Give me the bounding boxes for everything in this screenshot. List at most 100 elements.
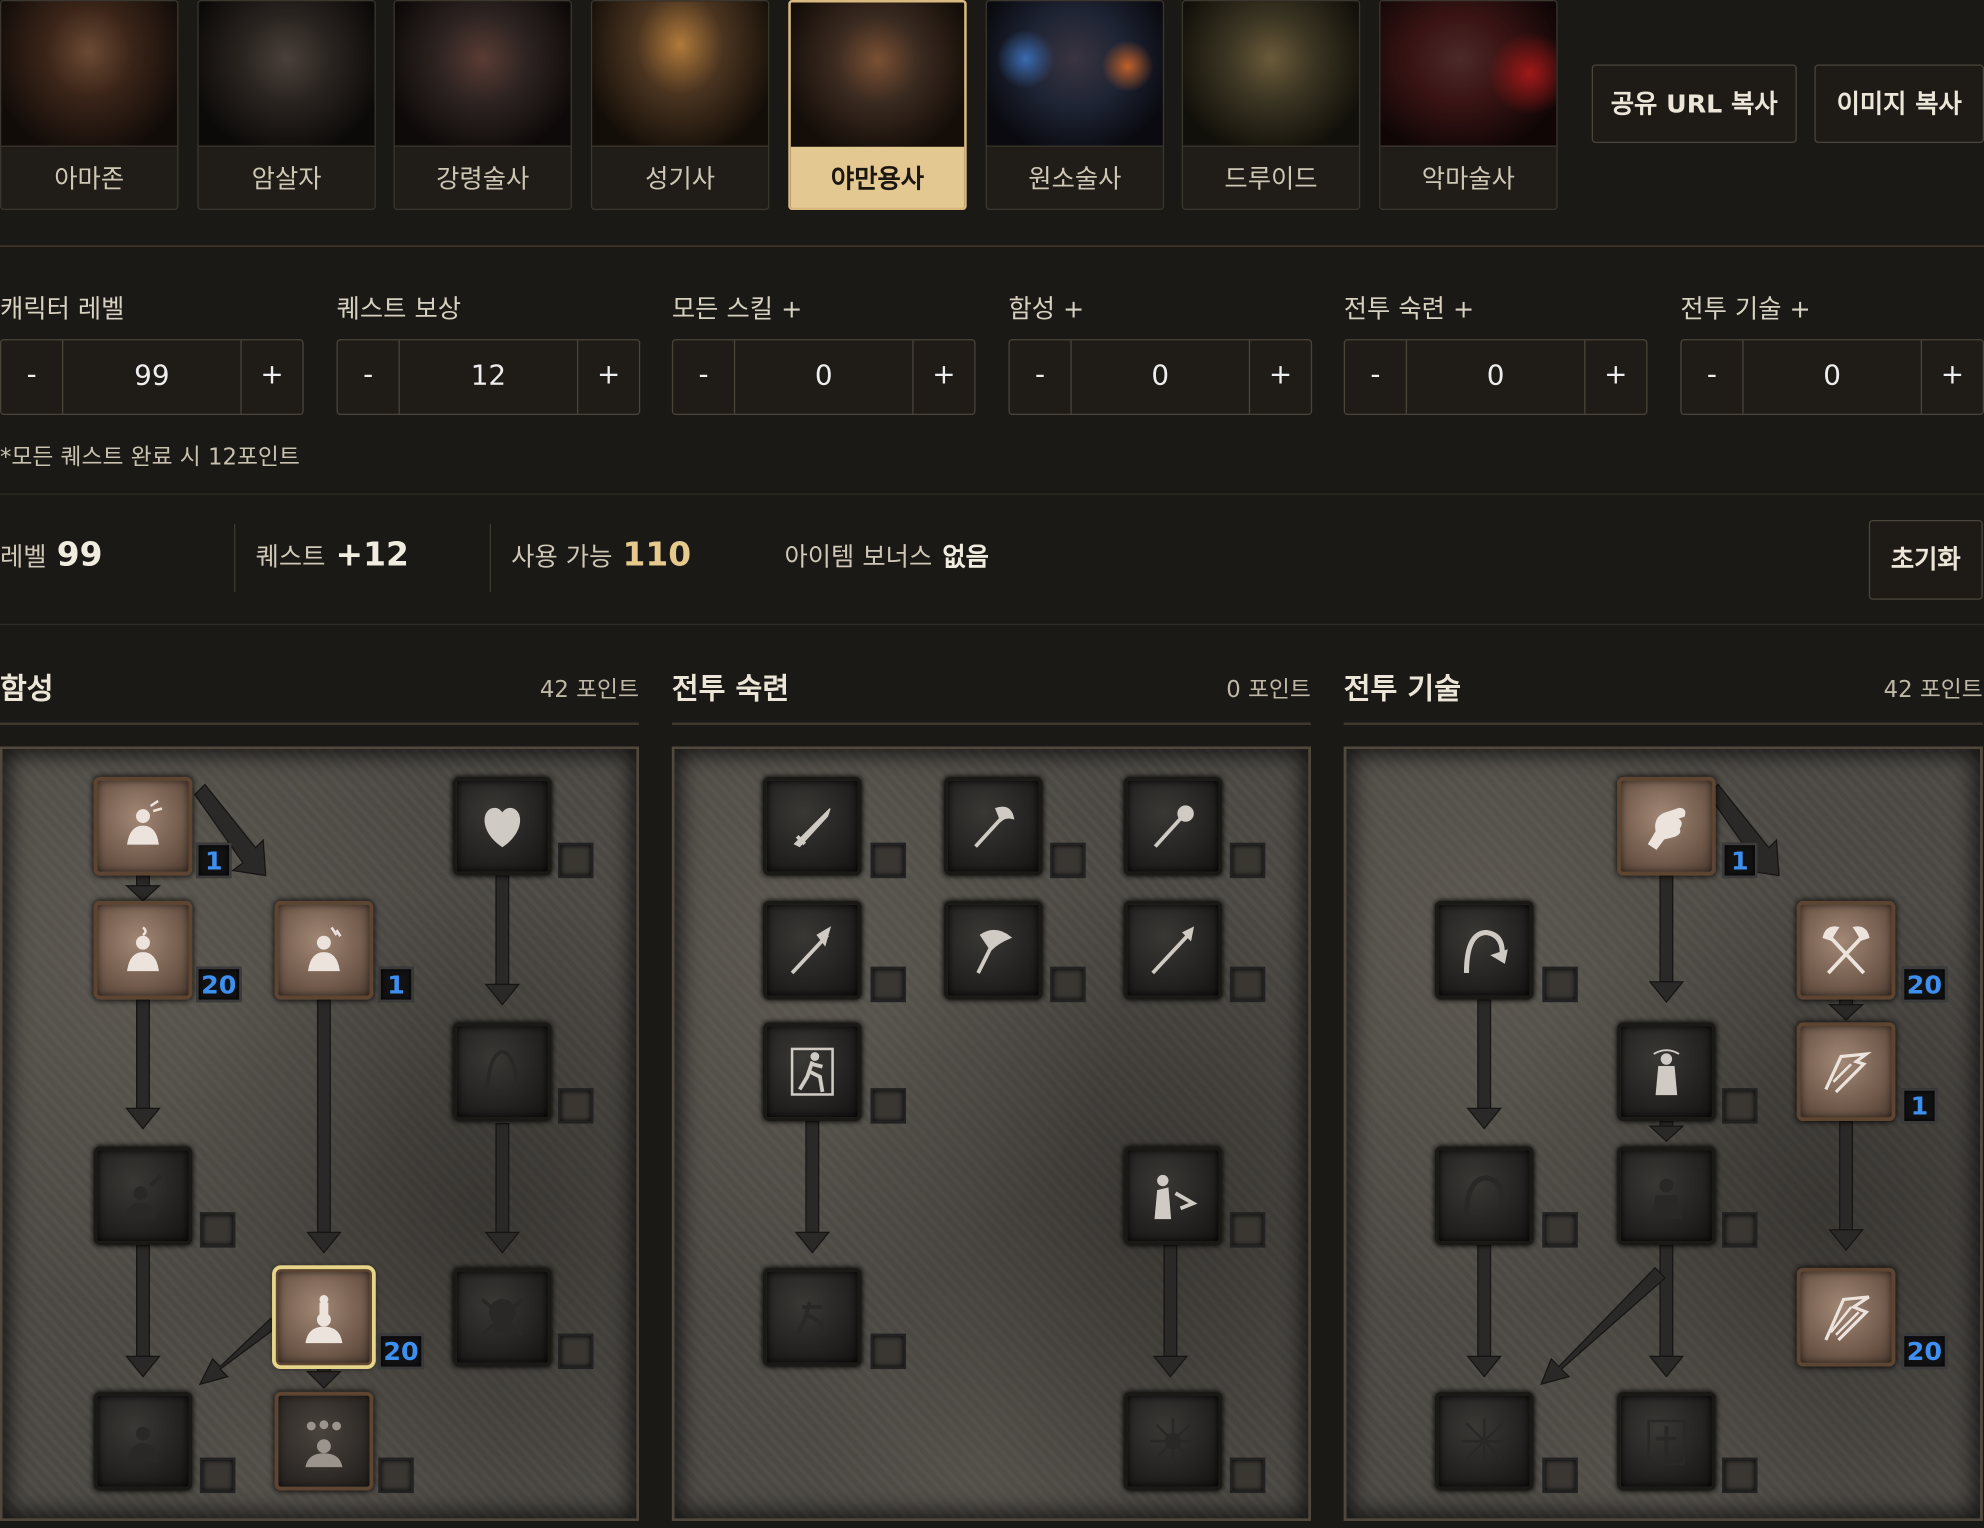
increment-button[interactable]: + [1584,340,1646,414]
skill-throwing-mastery[interactable] [943,900,1043,1000]
skill-points-badge [557,842,594,879]
skill-points-badge [1050,842,1086,879]
increment-button[interactable]: + [1248,340,1311,414]
skill-battle-command[interactable] [274,1391,374,1491]
skill-points-badge [557,1088,594,1124]
skill-mace-mastery[interactable] [1123,776,1223,876]
class-tab-label: 악마술사 [1380,145,1557,209]
tree-title-combat-skills: 전투 기술 [1343,673,1461,707]
class-tab-paladin[interactable]: 성기사 [590,0,770,211]
class-tab-warlock[interactable]: 악마술사 [1379,0,1558,211]
skill-points-badge: 20 [196,966,242,1003]
skill-berserk[interactable] [1617,1391,1716,1491]
whirlwind-icon [1461,1418,1507,1464]
skill-iron-skin[interactable] [762,1267,862,1367]
skill-leap-attack[interactable] [1434,1146,1534,1246]
double-throw-icon [1824,1051,1872,1094]
class-tab-sorceress[interactable]: 원소술사 [985,0,1165,211]
skill-natural-resistance[interactable] [1123,1146,1223,1246]
class-tab-label: 아마존 [1,145,178,209]
skill-points-badge: 20 [378,1333,424,1370]
frenzy-icon [1824,1295,1870,1342]
skill-battle-cry[interactable] [93,1146,193,1246]
skill-find-item[interactable] [452,1022,552,1122]
skill-axe-mastery[interactable] [943,776,1043,876]
class-tab-amazon[interactable]: 아마존 [0,0,179,211]
copy-share-url-button[interactable]: 공유 URL 복사 [1591,64,1797,143]
stepper-value[interactable]: 0 [735,340,912,413]
summary-level: 레벨 99 [0,536,102,574]
stepper-value[interactable]: 99 [63,340,240,413]
decrement-button[interactable]: - [1682,340,1744,414]
stepper-label: 모든 스킬 + [671,293,803,324]
summary-value: 없음 [942,541,989,572]
character-level-stepper: 캐릭터 레벨 - 99 + [0,294,304,416]
skill-points-badge [1722,1088,1758,1124]
skill-points-badge [1542,966,1578,1003]
mace-icon [1153,805,1194,848]
tree-points-warcries: 42 포인트 [539,676,639,704]
crossed-axes-icon [1822,926,1870,975]
class-tab-assassin[interactable]: 암살자 [197,0,376,211]
skill-sword-mastery[interactable] [762,776,862,876]
skill-howl[interactable] [93,776,193,876]
skill-points-badge: 1 [1722,842,1758,879]
summary-value: +12 [335,536,409,575]
skill-double-throw[interactable] [1796,1022,1896,1122]
stepper-value[interactable]: 12 [400,340,577,413]
stepper-box: - 0 + [1343,339,1648,416]
summary-divider [489,523,491,593]
skill-resist-all[interactable] [1123,1391,1223,1491]
skill-whirlwind[interactable] [1434,1391,1534,1491]
class-tab-druid[interactable]: 드루이드 [1181,0,1361,211]
skill-points-badge [870,842,906,879]
skill-leap[interactable] [1434,900,1534,1000]
paladin-portrait [592,1,769,146]
stepper-box: - 0 + [671,339,976,416]
stepper-value[interactable]: 0 [1072,340,1249,413]
increment-button[interactable]: + [1920,340,1983,414]
skill-frenzy[interactable] [1796,1267,1896,1367]
skill-stun[interactable] [1617,1022,1716,1122]
class-tab-label: 암살자 [198,145,375,209]
stepper-label: 함성 + [1008,293,1085,324]
skill-taunt[interactable] [274,900,374,1000]
class-tab-barbarian[interactable]: 야만용사 [788,0,967,211]
skill-grim-ward[interactable] [452,1267,552,1367]
divider [0,493,1984,495]
decrement-button[interactable]: - [1,340,64,414]
skill-spear-mastery[interactable] [1123,900,1223,1000]
stepper-label: 전투 기술 + [1680,293,1811,324]
decrement-button[interactable]: - [673,340,736,414]
skill-increased-speed[interactable] [762,1022,862,1122]
stepper-value[interactable]: 0 [1407,340,1584,413]
decrement-button[interactable]: - [1010,340,1072,414]
berserk-icon [1647,1419,1686,1466]
skill-battle-orders[interactable] [272,1265,376,1370]
combat-skills-bonus-stepper: 전투 기술 + - 0 + [1680,294,1984,416]
divider [0,623,1984,626]
decrement-button[interactable]: - [338,340,400,414]
reset-button[interactable]: 초기화 [1868,520,1983,600]
skill-shout[interactable] [452,776,552,876]
skill-concentrate[interactable] [1617,1146,1716,1246]
sorceress-portrait [986,1,1163,146]
skill-double-swing[interactable] [1796,900,1896,1000]
increment-button[interactable]: + [576,340,639,414]
class-tab-necromancer[interactable]: 강령술사 [393,0,572,211]
class-tab-label: 드루이드 [1183,145,1359,209]
skill-polearm-mastery[interactable] [762,900,862,1000]
increment-button[interactable]: + [240,340,302,414]
skill-find-potion[interactable] [93,900,193,1000]
skill-points-badge: 1 [1901,1088,1938,1124]
skill-points-badge [1722,1212,1758,1248]
skill-bash[interactable] [1617,776,1716,876]
class-tab-label: 원소술사 [986,145,1163,209]
heart-shield-icon [484,807,521,848]
increment-button[interactable]: + [912,340,974,414]
stepper-box: - 12 + [336,339,641,416]
decrement-button[interactable]: - [1345,340,1408,414]
copy-image-button[interactable]: 이미지 복사 [1814,64,1984,143]
skill-war-cry[interactable] [93,1391,193,1491]
stepper-value[interactable]: 0 [1744,340,1921,413]
